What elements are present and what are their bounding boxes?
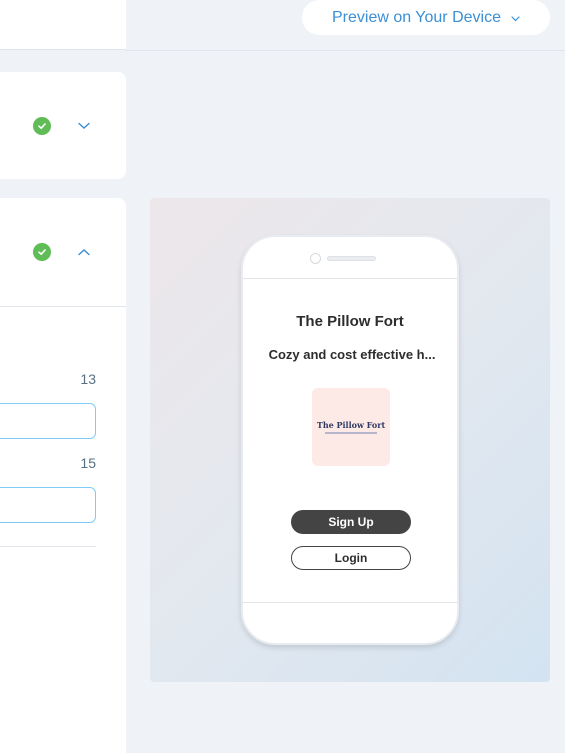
character-counter: 13 [80,371,96,387]
site-description: Cozy and cost effective h... [268,347,436,362]
left-panel-top [0,0,126,50]
preview-stage: The Pillow Fort Cozy and cost effective … [150,198,550,682]
section-divider [0,306,126,307]
chevron-down-icon [511,9,520,27]
description-input[interactable] [0,487,96,523]
title-input[interactable] [0,403,96,439]
preview-button-label: Preview on Your Device [332,8,501,26]
section-divider [0,546,96,547]
character-counter: 15 [80,455,96,471]
settings-section-expanded: 13 15 [0,198,126,753]
site-title: The Pillow Fort [296,313,404,330]
chevron-up-icon[interactable] [77,245,91,259]
logo-text: The Pillow Fort [316,420,386,430]
camera-icon [310,253,321,264]
login-button[interactable]: Login [291,546,411,570]
logo-underline [325,432,377,434]
preview-on-device-button[interactable]: Preview on Your Device [302,0,550,35]
check-circle-icon [33,243,51,261]
header-divider [126,50,565,51]
sign-up-button[interactable]: Sign Up [291,510,411,534]
chevron-down-icon[interactable] [77,119,91,133]
speaker-icon [327,256,376,261]
site-logo: The Pillow Fort [312,388,390,466]
page: 13 15 Preview on Your Device The Pillow … [0,0,565,753]
settings-section-collapsed[interactable] [0,72,126,179]
phone-divider [243,278,457,279]
phone-divider [243,602,457,603]
phone-mockup: The Pillow Fort Cozy and cost effective … [241,235,459,645]
check-circle-icon [33,117,51,135]
